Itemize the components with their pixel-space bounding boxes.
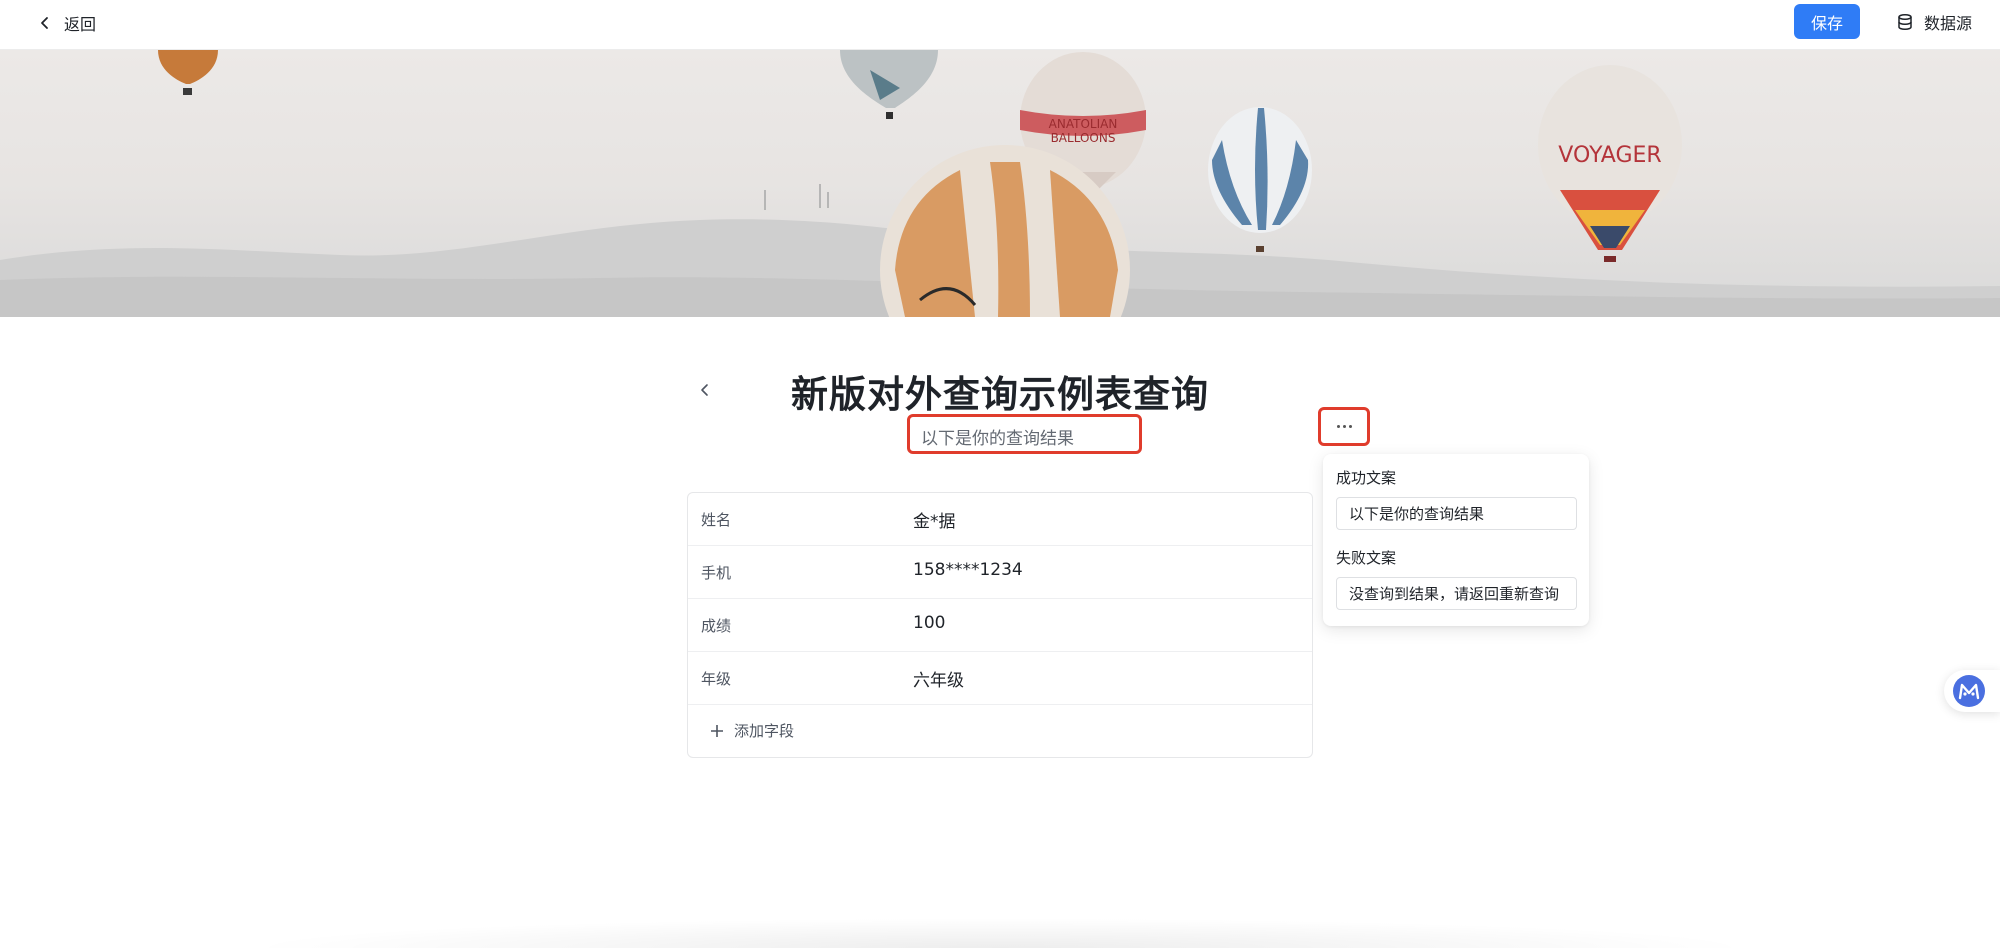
- save-button[interactable]: 保存: [1794, 4, 1860, 39]
- banner-image: ANATOLIAN BALLOONS VOYAGER: [0, 50, 2000, 317]
- assistant-icon: [1953, 675, 1985, 707]
- field-value: 100: [913, 613, 946, 633]
- result-form-card: 姓名 金*据 手机 158****1234 成绩 100 年级 六年级 添加字段: [687, 492, 1313, 758]
- form-row-name[interactable]: 姓名 金*据: [688, 493, 1312, 546]
- back-label: 返回: [64, 15, 97, 34]
- success-copy-input[interactable]: [1336, 497, 1577, 530]
- page-title[interactable]: 新版对外查询示例表查询: [700, 364, 1300, 416]
- svg-text:BALLOONS: BALLOONS: [1051, 131, 1116, 145]
- fail-copy-label: 失败文案: [1336, 549, 1397, 567]
- field-value: 六年级: [913, 671, 964, 691]
- copy-settings-popover: 成功文案 失败文案: [1323, 454, 1589, 626]
- success-copy-label: 成功文案: [1336, 469, 1397, 487]
- field-label: 年级: [701, 670, 732, 688]
- top-bar: 返回 保存 数据源: [0, 0, 2000, 50]
- datasource-button[interactable]: 数据源: [1896, 8, 1972, 36]
- bottom-shadow: [240, 918, 1760, 948]
- svg-text:VOYAGER: VOYAGER: [1558, 143, 1661, 168]
- more-options-button[interactable]: [1318, 407, 1370, 446]
- ellipsis-icon: [1336, 425, 1352, 428]
- form-row-score[interactable]: 成绩 100: [688, 599, 1312, 652]
- assistant-avatar[interactable]: [1944, 670, 2000, 712]
- subtitle-text[interactable]: 以下是你的查询结果: [907, 414, 1142, 454]
- back-button[interactable]: 返回: [38, 8, 96, 38]
- form-row-phone[interactable]: 手机 158****1234: [688, 546, 1312, 599]
- field-label: 手机: [701, 564, 732, 582]
- form-row-grade[interactable]: 年级 六年级: [688, 652, 1312, 705]
- fail-copy-input[interactable]: [1336, 577, 1577, 610]
- field-value: 金*据: [913, 512, 956, 532]
- add-field-label: 添加字段: [734, 722, 795, 740]
- datasource-label: 数据源: [1924, 14, 1973, 33]
- balloons-scene: ANATOLIAN BALLOONS VOYAGER: [0, 50, 2000, 317]
- chevron-left-icon: [41, 17, 48, 29]
- field-label: 姓名: [701, 511, 732, 529]
- plus-icon: [711, 724, 723, 737]
- field-label: 成绩: [701, 617, 732, 635]
- database-icon: [1898, 13, 1912, 31]
- field-value: 158****1234: [913, 560, 1023, 580]
- add-field-button[interactable]: 添加字段: [710, 720, 794, 741]
- svg-text:ANATOLIAN: ANATOLIAN: [1049, 117, 1118, 131]
